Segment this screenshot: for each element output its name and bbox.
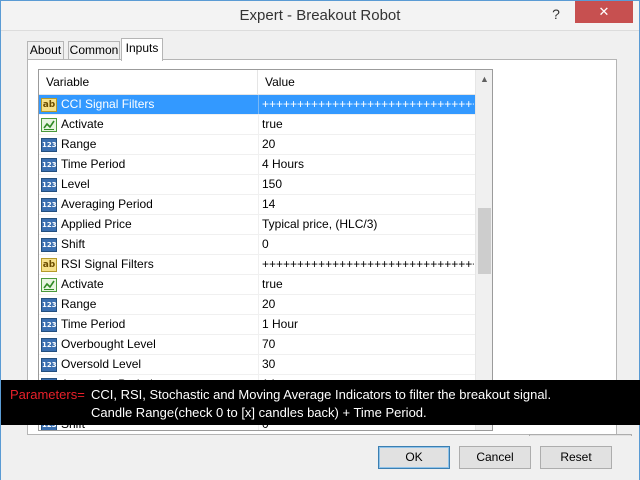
variable-name: Activate (61, 277, 104, 291)
number-icon: 123 (41, 358, 57, 372)
column-header-variable[interactable]: Variable (39, 70, 257, 95)
tab-about[interactable]: About (27, 41, 64, 60)
variable-name: Activate (61, 117, 104, 131)
number-icon: 123 (41, 178, 57, 192)
scroll-thumb[interactable] (478, 208, 491, 274)
variable-value[interactable]: 14 (258, 195, 474, 214)
inputs-panel: Variable Value ab CCI Signal Filters +++++… (27, 59, 632, 480)
table-row[interactable]: 123 Time Period 4 Hours (39, 155, 475, 175)
variable-value[interactable]: 0 (258, 235, 474, 254)
variable-name: Time Period (61, 317, 126, 331)
caption-overlay: Parameters= CCI, RSI, Stochastic and Mov… (1, 380, 640, 425)
variable-value[interactable]: true (258, 115, 474, 134)
inputs-grid: Variable Value ab CCI Signal Filters +++++… (38, 69, 493, 431)
variable-value[interactable]: 4 Hours (258, 155, 474, 174)
caption-line-2: Candle Range(check 0 to [x] candles back… (91, 405, 427, 420)
variable-name: Applied Price (61, 217, 132, 231)
scroll-up-icon[interactable]: ▲ (476, 74, 492, 88)
table-row[interactable]: 123 Level 150 (39, 175, 475, 195)
table-row[interactable]: 123 Shift 0 (39, 235, 475, 255)
number-icon: 123 (41, 318, 57, 332)
table-row[interactable]: 123 Applied Price Typical price, (HLC/3) (39, 215, 475, 235)
variable-value[interactable]: 150 (258, 175, 474, 194)
variable-value[interactable]: true (258, 275, 474, 294)
ok-button[interactable]: OK (378, 446, 450, 469)
variable-value[interactable]: +++++++++++++++++++++++++++++++++++ (258, 255, 474, 274)
variable-name: Range (61, 297, 97, 311)
number-icon: 123 (41, 238, 57, 252)
table-row[interactable]: Activate true (39, 275, 475, 295)
number-icon: 123 (41, 338, 57, 352)
table-row[interactable]: 123 Overbought Level 70 (39, 335, 475, 355)
vertical-scrollbar[interactable]: ▲ (475, 70, 492, 430)
tab-inputs[interactable]: Inputs (121, 38, 163, 61)
table-row[interactable]: 123 Range 20 (39, 135, 475, 155)
reset-button[interactable]: Reset (540, 446, 612, 469)
table-row[interactable]: 123 Averaging Period 14 (39, 195, 475, 215)
title-bar[interactable]: Expert - Breakout Robot ? ✕ (1, 1, 639, 31)
table-row[interactable]: Activate true (39, 115, 475, 135)
caption-label: Parameters= (10, 387, 85, 402)
cancel-button[interactable]: Cancel (459, 446, 531, 469)
variable-value[interactable]: 70 (258, 335, 474, 354)
table-row[interactable]: ab CCI Signal Filters ++++++++++++++++++++… (39, 95, 475, 115)
number-icon: 123 (41, 158, 57, 172)
table-row[interactable]: 123 Range 20 (39, 295, 475, 315)
table-row[interactable]: 123 Oversold Level 30 (39, 355, 475, 375)
variable-name: Averaging Period (61, 197, 153, 211)
expert-dialog: Expert - Breakout Robot ? ✕ About Common… (0, 0, 640, 480)
variable-name: Time Period (61, 157, 126, 171)
number-icon: 123 (41, 218, 57, 232)
grid-header: Variable Value (39, 70, 475, 95)
bool-icon (41, 278, 57, 292)
variable-name: Overbought Level (61, 337, 156, 351)
variable-name: Oversold Level (61, 357, 142, 371)
column-header-value[interactable]: Value (258, 70, 475, 95)
close-button[interactable]: ✕ (575, 1, 633, 23)
variable-name: Range (61, 137, 97, 151)
variable-value[interactable]: +++++++++++++++++++++++++++++++++++ (258, 95, 474, 114)
bool-icon (41, 118, 57, 132)
text-icon: ab (41, 98, 57, 112)
variable-name: Level (61, 177, 90, 191)
variable-value[interactable]: 20 (258, 135, 474, 154)
button-bar: OK Cancel Reset (1, 436, 639, 480)
help-button[interactable]: ? (542, 3, 570, 25)
text-icon: ab (41, 258, 57, 272)
table-row[interactable]: ab RSI Signal Filters ++++++++++++++++++++… (39, 255, 475, 275)
number-icon: 123 (41, 138, 57, 152)
number-icon: 123 (41, 198, 57, 212)
variable-value[interactable]: Typical price, (HLC/3) (258, 215, 474, 234)
variable-value[interactable]: 30 (258, 355, 474, 374)
variable-value[interactable]: 20 (258, 295, 474, 314)
number-icon: 123 (41, 298, 57, 312)
variable-value[interactable]: 1 Hour (258, 315, 474, 334)
tab-common[interactable]: Common (68, 41, 120, 60)
variable-name: Shift (61, 237, 86, 251)
caption-line-1: CCI, RSI, Stochastic and Moving Average … (91, 387, 552, 402)
table-row[interactable]: 123 Time Period 1 Hour (39, 315, 475, 335)
variable-name: CCI Signal Filters (61, 97, 155, 111)
variable-name: RSI Signal Filters (61, 257, 154, 271)
